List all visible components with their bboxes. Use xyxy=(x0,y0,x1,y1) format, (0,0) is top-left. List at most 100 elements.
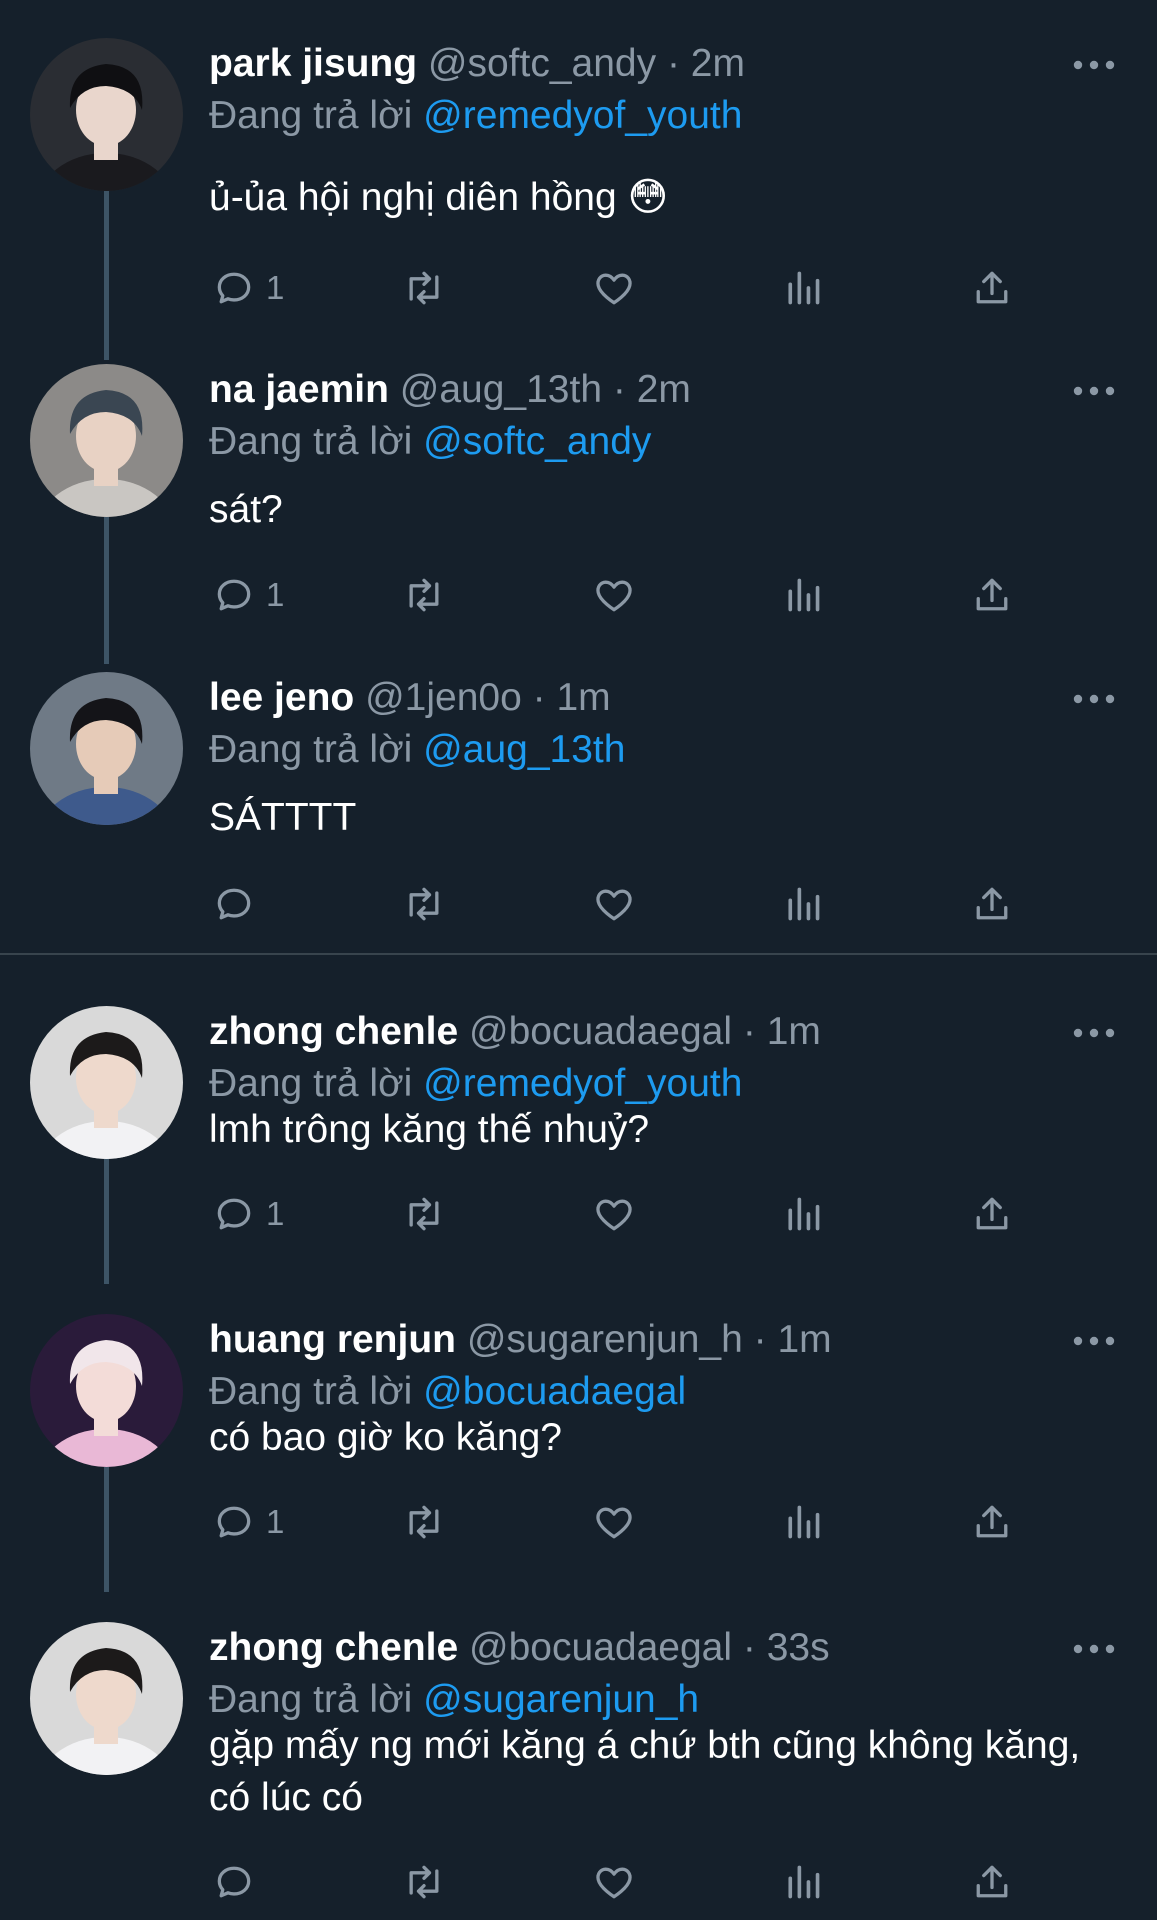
user-handle[interactable]: @sugarenjun_h xyxy=(467,1318,743,1361)
thread-feed: park jisung @softc_andy · 2m Đang trả lờ… xyxy=(0,0,1157,1920)
timestamp[interactable]: 2m xyxy=(691,42,745,85)
retweet-button[interactable] xyxy=(399,571,449,619)
views-button[interactable] xyxy=(783,880,823,928)
views-button[interactable] xyxy=(783,571,823,619)
mention-link[interactable]: @remedyof_youth xyxy=(423,94,742,137)
tweet[interactable]: zhong chenle @bocuadaegal · 33s Đang trả… xyxy=(0,1584,1157,1920)
user-handle[interactable]: @bocuadaegal xyxy=(469,1010,732,1053)
reply-button[interactable]: 1 xyxy=(212,571,284,619)
reply-icon xyxy=(212,1500,256,1544)
display-name[interactable]: zhong chenle xyxy=(209,1626,458,1669)
replying-label: Đang trả lời xyxy=(209,420,413,463)
avatar[interactable] xyxy=(30,1314,183,1467)
tweet-header: park jisung @softc_andy · 2m xyxy=(209,40,745,88)
mention-link[interactable]: @bocuadaegal xyxy=(423,1370,686,1413)
mention-link[interactable]: @softc_andy xyxy=(423,420,651,463)
mention-link[interactable]: @aug_13th xyxy=(423,728,625,771)
like-icon xyxy=(591,266,637,310)
retweet-icon xyxy=(399,266,449,310)
like-button[interactable] xyxy=(591,880,637,928)
reply-icon xyxy=(212,1192,256,1236)
timestamp[interactable]: 1m xyxy=(767,1010,821,1053)
like-button[interactable] xyxy=(591,1190,637,1238)
mention-link[interactable]: @remedyof_youth xyxy=(423,1062,742,1105)
more-icon[interactable] xyxy=(1072,1334,1116,1346)
views-button[interactable] xyxy=(783,264,823,312)
timestamp[interactable]: 33s xyxy=(767,1626,830,1669)
user-handle[interactable]: @1jen0o xyxy=(365,676,522,719)
retweet-button[interactable] xyxy=(399,1498,449,1546)
replying-label: Đang trả lời xyxy=(209,728,413,771)
like-icon xyxy=(591,1192,637,1236)
retweet-button[interactable] xyxy=(399,1858,449,1906)
replying-to: Đang trả lời @sugarenjun_h xyxy=(209,1676,699,1724)
more-icon[interactable] xyxy=(1072,384,1116,396)
avatar[interactable] xyxy=(30,364,183,517)
reply-count: 1 xyxy=(266,1195,285,1232)
like-button[interactable] xyxy=(591,1858,637,1906)
share-icon xyxy=(970,573,1014,617)
display-name[interactable]: zhong chenle xyxy=(209,1010,458,1053)
retweet-button[interactable] xyxy=(399,1190,449,1238)
retweet-button[interactable] xyxy=(399,264,449,312)
views-icon xyxy=(783,573,823,617)
timestamp[interactable]: 1m xyxy=(556,676,610,719)
display-name[interactable]: huang renjun xyxy=(209,1318,456,1361)
tweet-text: có bao giờ ko kăng? xyxy=(209,1416,562,1459)
retweet-button[interactable] xyxy=(399,880,449,928)
share-button[interactable] xyxy=(970,1858,1014,1906)
action-bar xyxy=(0,1858,1157,1906)
share-button[interactable] xyxy=(970,571,1014,619)
avatar[interactable] xyxy=(30,1006,183,1159)
reply-button[interactable]: 1 xyxy=(212,1498,284,1546)
share-button[interactable] xyxy=(970,264,1014,312)
replying-to: Đang trả lời @softc_andy xyxy=(209,418,651,466)
tweet[interactable]: park jisung @softc_andy · 2m Đang trả lờ… xyxy=(0,0,1157,360)
views-button[interactable] xyxy=(783,1190,823,1238)
share-button[interactable] xyxy=(970,880,1014,928)
tweet-text: lmh trông kăng thế nhuỷ? xyxy=(209,1108,650,1151)
reply-button[interactable]: 1 xyxy=(212,1190,284,1238)
display-name[interactable]: park jisung xyxy=(209,42,417,85)
avatar[interactable] xyxy=(30,1622,183,1775)
tweet-text: gặp mấy ng mới kăng á chứ bth cũng không… xyxy=(209,1724,1081,1819)
views-icon xyxy=(783,1500,823,1544)
tweet[interactable]: zhong chenle @bocuadaegal · 1m Đang trả … xyxy=(0,968,1157,1284)
share-icon xyxy=(970,1500,1014,1544)
timestamp[interactable]: 1m xyxy=(777,1318,831,1361)
tweet[interactable]: huang renjun @sugarenjun_h · 1m Đang trả… xyxy=(0,1276,1157,1592)
reply-button[interactable] xyxy=(212,1858,266,1906)
more-icon[interactable] xyxy=(1072,1642,1116,1654)
reply-count: 1 xyxy=(266,1503,285,1540)
display-name[interactable]: lee jeno xyxy=(209,676,354,719)
share-button[interactable] xyxy=(970,1498,1014,1546)
like-icon xyxy=(591,1500,637,1544)
replying-label: Đang trả lời xyxy=(209,1370,413,1413)
views-button[interactable] xyxy=(783,1498,823,1546)
views-button[interactable] xyxy=(783,1858,823,1906)
like-button[interactable] xyxy=(591,1498,637,1546)
user-handle[interactable]: @softc_andy xyxy=(428,42,656,85)
timestamp[interactable]: 2m xyxy=(637,368,691,411)
reply-button[interactable]: 1 xyxy=(212,264,284,312)
reply-button[interactable] xyxy=(212,880,266,928)
more-icon[interactable] xyxy=(1072,1026,1116,1038)
user-handle[interactable]: @aug_13th xyxy=(400,368,602,411)
like-button[interactable] xyxy=(591,571,637,619)
tweet[interactable]: na jaemin @aug_13th · 2m Đang trả lời @s… xyxy=(0,326,1157,664)
tweet-header: huang renjun @sugarenjun_h · 1m xyxy=(209,1316,832,1364)
reply-icon xyxy=(212,573,256,617)
tweet-text: SÁTTTT xyxy=(209,796,357,839)
share-icon xyxy=(970,882,1014,926)
like-button[interactable] xyxy=(591,264,637,312)
more-icon[interactable] xyxy=(1072,58,1116,70)
tweet[interactable]: lee jeno @1jen0o · 1m Đang trả lời @aug_… xyxy=(0,634,1157,968)
mention-link[interactable]: @sugarenjun_h xyxy=(423,1678,699,1721)
reply-count: 1 xyxy=(266,576,285,613)
avatar[interactable] xyxy=(30,38,183,191)
avatar[interactable] xyxy=(30,672,183,825)
share-button[interactable] xyxy=(970,1190,1014,1238)
display-name[interactable]: na jaemin xyxy=(209,368,389,411)
user-handle[interactable]: @bocuadaegal xyxy=(469,1626,732,1669)
more-icon[interactable] xyxy=(1072,692,1116,704)
